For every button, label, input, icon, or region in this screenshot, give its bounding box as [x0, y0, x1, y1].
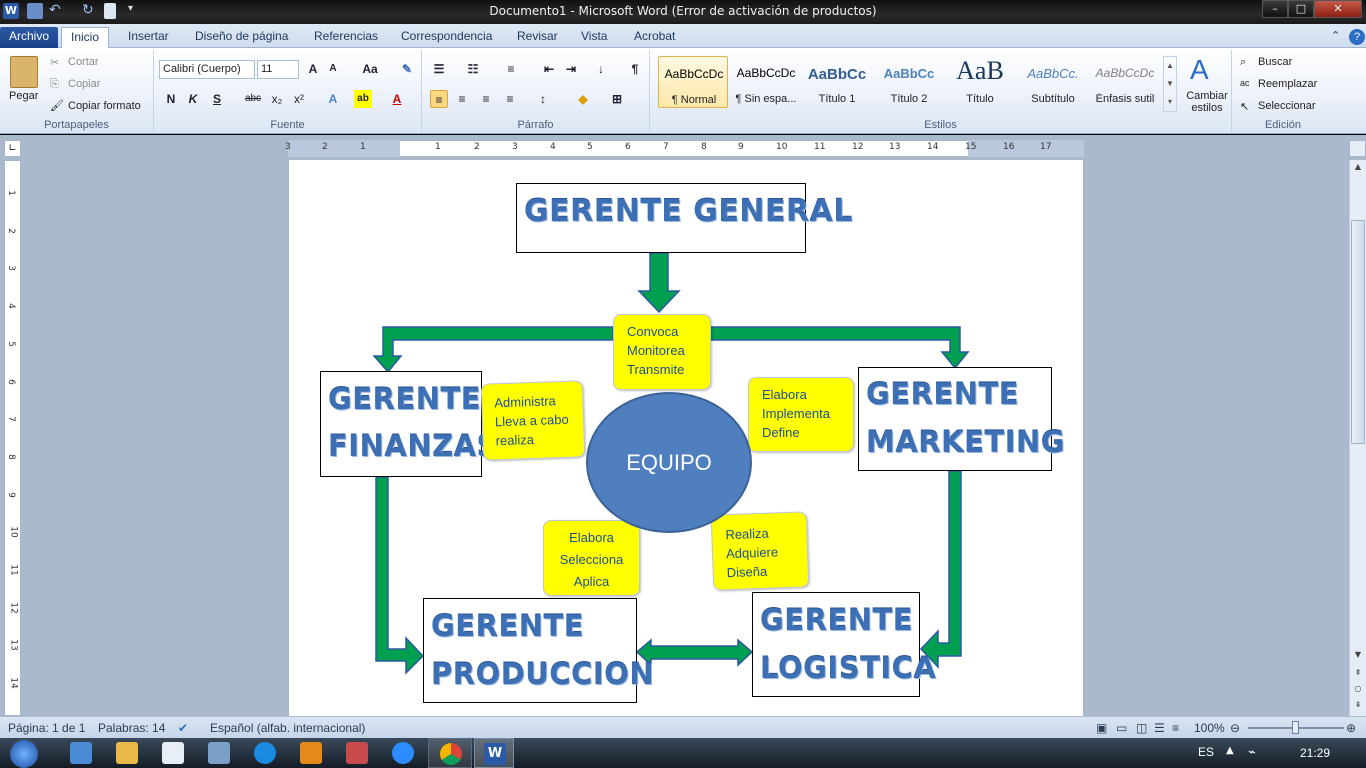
tray-expand-icon[interactable]: ▲ — [1226, 745, 1234, 756]
logistica-line1: GERENTE — [760, 603, 914, 637]
taskbar-app3-icon[interactable] — [162, 742, 184, 764]
connector-arrow — [375, 476, 425, 675]
chrome-task[interactable] — [428, 738, 472, 768]
word-count[interactable]: Palabras: 14 — [98, 721, 165, 735]
logistica-line2: LOGISTICA — [760, 651, 937, 685]
connector-arrow — [635, 638, 754, 667]
note-bottom-right-line3: Diseña — [726, 563, 768, 581]
produccion-line1: GERENTE — [431, 609, 585, 643]
clock[interactable]: 21:29 — [1300, 746, 1330, 760]
draft-icon[interactable]: ≡ — [1172, 721, 1179, 735]
zoom-app-icon[interactable] — [392, 742, 414, 764]
connector-arrow — [372, 326, 614, 374]
taskbar-app4-icon[interactable] — [208, 742, 230, 764]
word-task[interactable]: W — [474, 738, 514, 768]
box-gerente-logistica[interactable]: GERENTE LOGISTICA — [752, 592, 936, 697]
outline-icon[interactable]: ☰ — [1154, 721, 1165, 735]
note-right-line1: Elabora — [762, 387, 807, 402]
scroll-down-icon[interactable]: ▼ — [1352, 650, 1364, 664]
note-right-line2: Implementa — [762, 406, 830, 421]
taskbar-app1-icon[interactable] — [70, 742, 92, 764]
connector-arrow — [919, 470, 962, 669]
note-top-line2: Monitorea — [627, 343, 685, 358]
finanzas-line1: GERENTE — [328, 382, 482, 416]
chrome-icon — [440, 743, 462, 765]
connector-arrow — [709, 326, 970, 370]
taskbar: W ES ▲ ⌁ 21:29 — [0, 738, 1366, 768]
zoom-in-icon[interactable]: ⊕ — [1346, 721, 1356, 735]
word-taskbar-icon: W — [484, 743, 506, 765]
scroll-up-icon[interactable]: ▲ — [1352, 162, 1364, 176]
note-bottom-left-line3: Aplica — [573, 574, 610, 589]
language[interactable]: Español (alfab. internacional) — [210, 721, 365, 735]
note-bottom-left[interactable]: Elabora Selecciona Aplica — [543, 520, 640, 596]
vertical-scrollbar[interactable]: ▲ ▼ ⇞ ○ ⇟ — [1349, 160, 1366, 716]
zoom-out-icon[interactable]: ⊖ — [1230, 721, 1240, 735]
produccion-line2: PRODUCCION — [431, 657, 655, 691]
note-top-line3: Transmite — [627, 362, 685, 377]
edge-icon[interactable] — [254, 742, 276, 764]
note-bottom-left-line2: Selecciona — [559, 552, 624, 567]
start-button-icon[interactable] — [10, 740, 38, 768]
note-top[interactable]: Convoca Monitorea Transmite — [613, 314, 711, 390]
full-screen-icon[interactable]: ▭ — [1116, 721, 1127, 735]
note-bottom-left-line1: Elabora — [569, 530, 614, 545]
power-icon[interactable]: ⌁ — [1248, 745, 1256, 760]
note-left[interactable]: Administra Lleva a cabo realiza — [480, 380, 586, 461]
finanzas-line2: FINANZAS — [328, 429, 498, 463]
web-layout-icon[interactable]: ◫ — [1136, 721, 1147, 735]
scroll-thumb[interactable] — [1351, 220, 1365, 444]
zoom-level[interactable]: 100% — [1194, 721, 1225, 735]
zoom-slider-thumb[interactable] — [1292, 721, 1299, 734]
file-explorer-icon[interactable] — [116, 742, 138, 764]
taskbar-app7-icon[interactable] — [346, 742, 368, 764]
equipo-circle[interactable]: EQUIPO — [586, 392, 752, 533]
next-page-icon[interactable]: ⇟ — [1352, 700, 1364, 714]
browse-object-icon[interactable]: ○ — [1352, 684, 1364, 698]
prev-page-icon[interactable]: ⇞ — [1352, 668, 1364, 682]
note-bottom-right[interactable]: Realiza Adquiere Diseña — [710, 511, 810, 591]
note-top-line1: Convoca — [627, 324, 679, 339]
status-bar: Página: 1 de 1 Palabras: 14 ✔ Español (a… — [0, 716, 1366, 738]
marketing-line2: MARKETING — [866, 425, 1066, 459]
input-language[interactable]: ES — [1198, 745, 1214, 759]
box-gerente-produccion[interactable]: GERENTE PRODUCCION — [423, 598, 654, 703]
media-player-icon[interactable] — [300, 742, 322, 764]
box-gerente-marketing[interactable]: GERENTE MARKETING — [858, 367, 1065, 471]
connector-arrow — [637, 252, 681, 314]
marketing-line1: GERENTE — [866, 377, 1020, 411]
page-count[interactable]: Página: 1 de 1 — [8, 721, 85, 735]
proofing-icon[interactable]: ✔ — [178, 721, 188, 735]
note-left-line3: realiza — [495, 431, 535, 449]
note-right[interactable]: Elabora Implementa Define — [748, 377, 854, 452]
note-right-line3: Define — [762, 425, 800, 440]
box-gerente-finanzas[interactable]: GERENTE FINANZAS — [320, 371, 497, 477]
box-gerente-general[interactable]: GERENTE GENERAL — [516, 183, 852, 253]
view-ruler-icon[interactable] — [1349, 140, 1366, 157]
gerente-general-text: GERENTE GENERAL — [524, 194, 853, 229]
print-layout-icon[interactable]: ▣ — [1096, 721, 1107, 735]
